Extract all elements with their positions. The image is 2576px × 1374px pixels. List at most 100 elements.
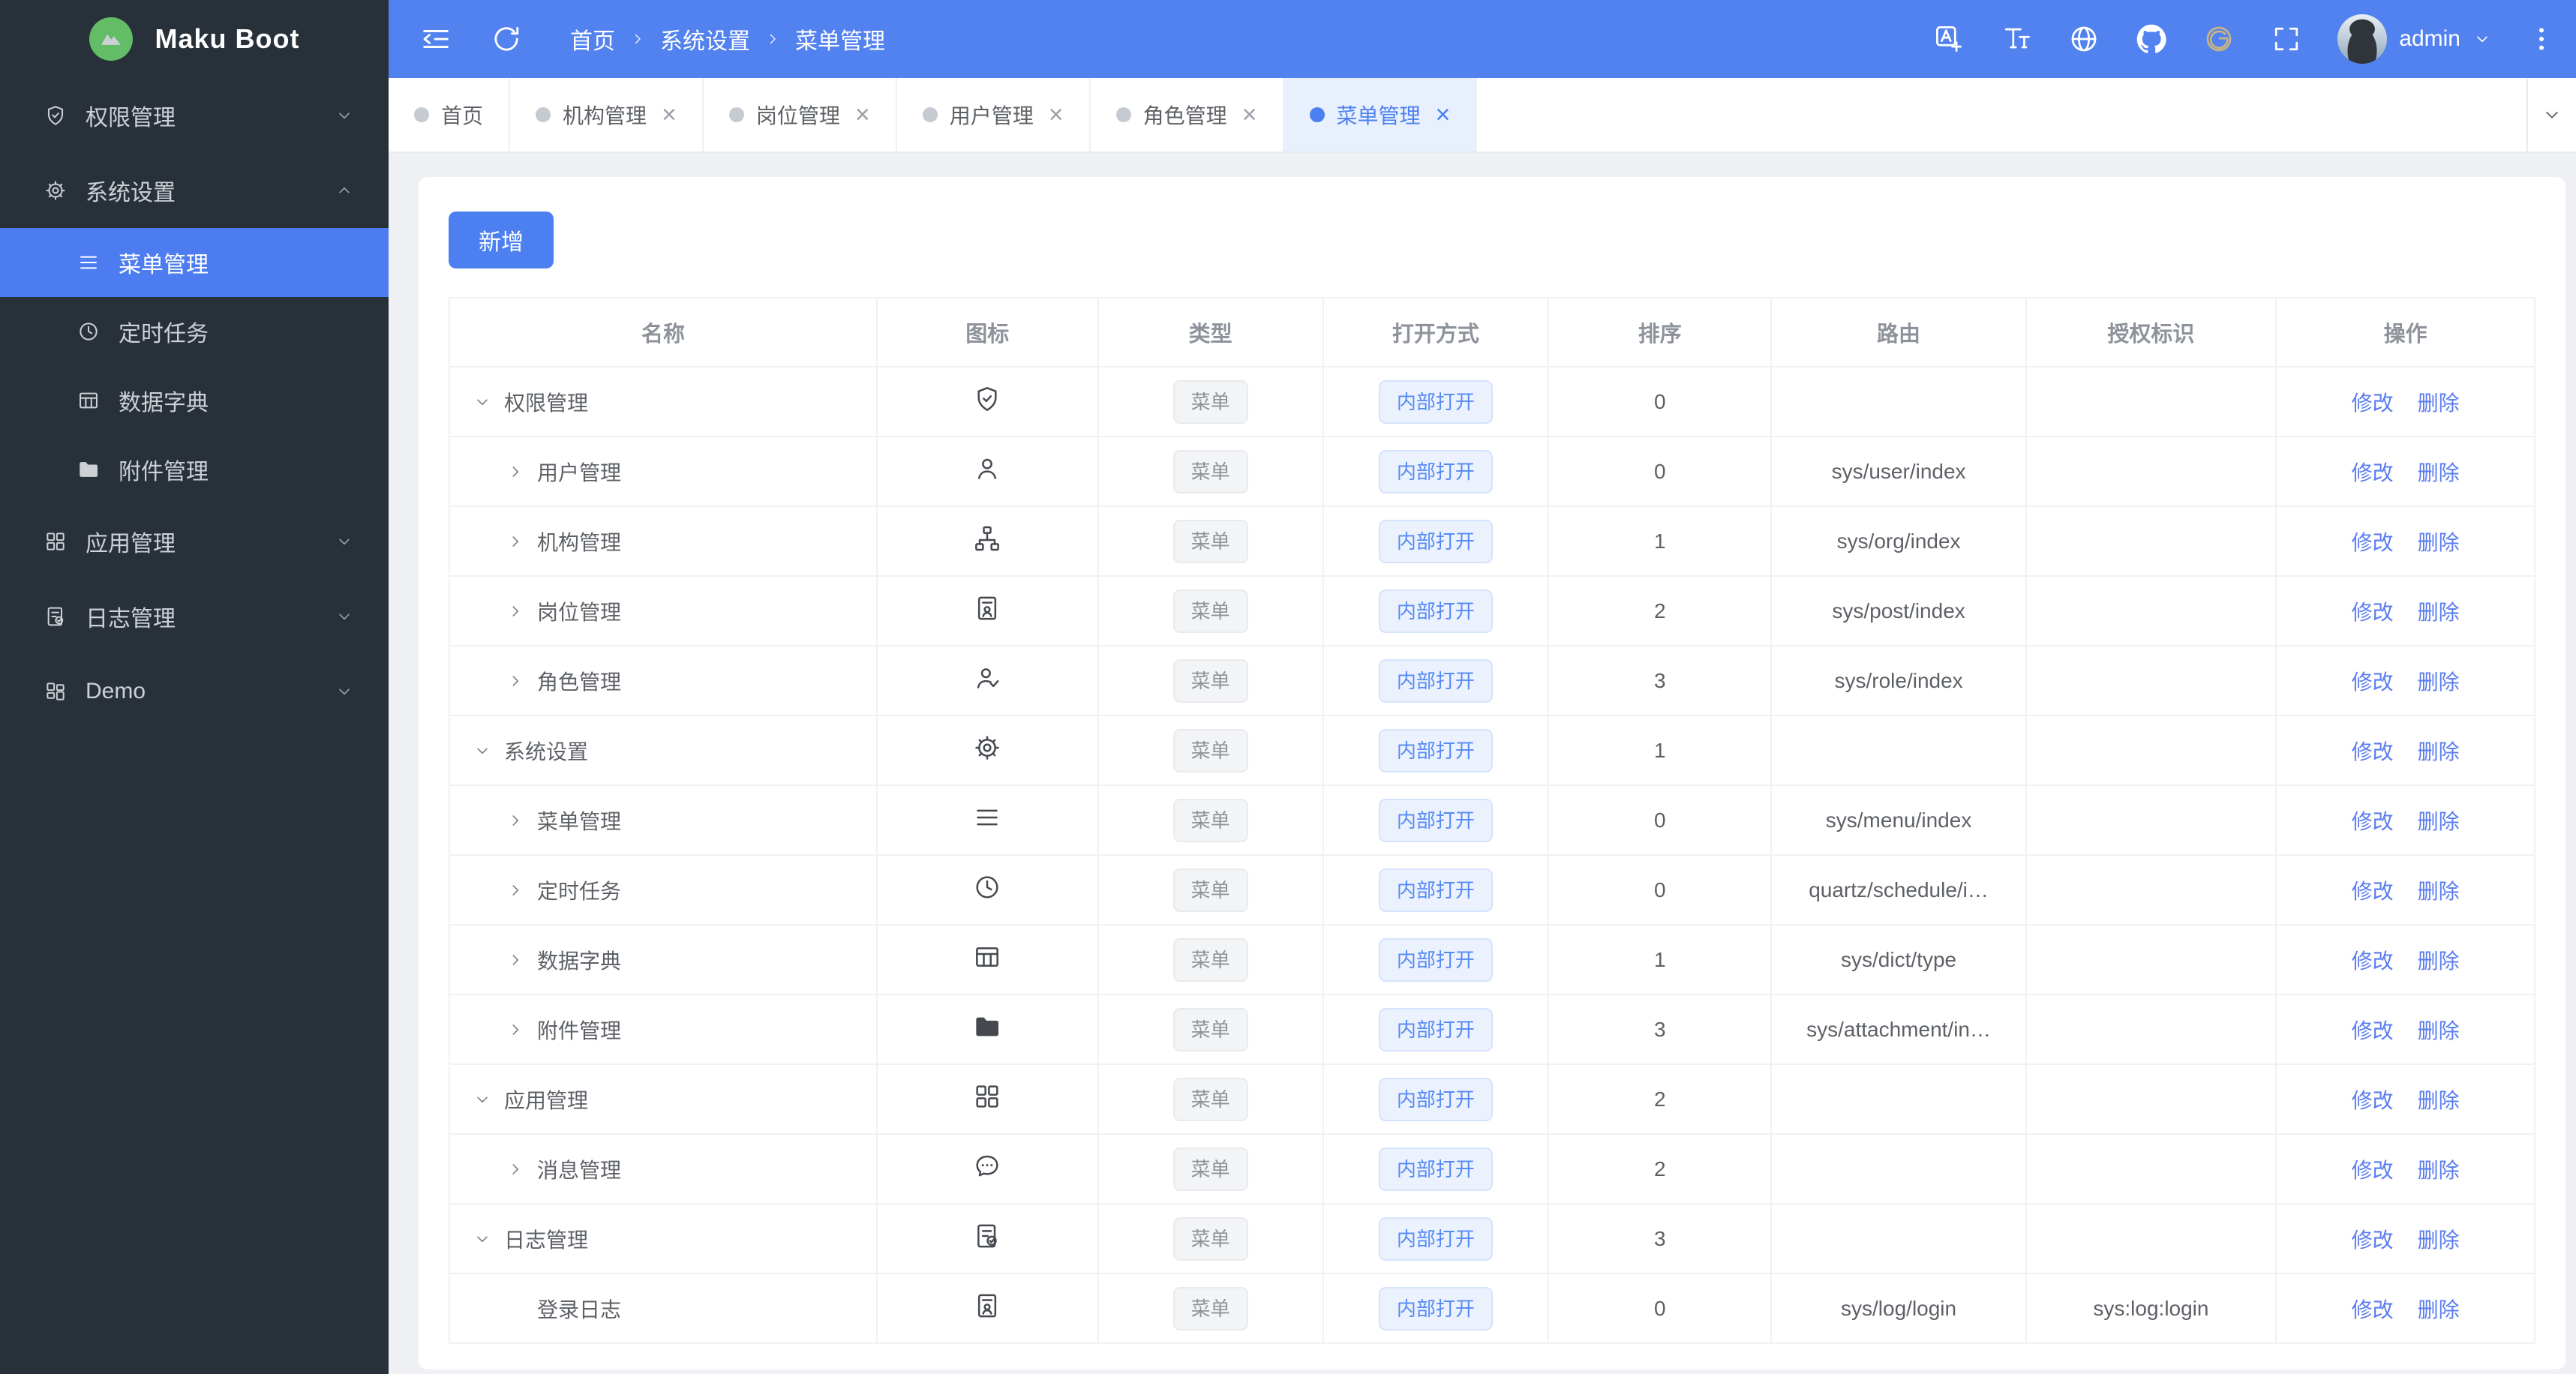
breadcrumb-item[interactable]: 系统设置 (660, 22, 750, 56)
tree-expand-icon[interactable] (506, 950, 525, 970)
sidebar-item-attachment[interactable]: 附件管理 (0, 435, 389, 504)
delete-link[interactable]: 删除 (2418, 740, 2460, 764)
breadcrumb-item[interactable]: 菜单管理 (795, 22, 885, 56)
breadcrumb-item[interactable]: 首页 (570, 22, 615, 56)
chevron-down-icon (335, 532, 354, 551)
tabbar-dropdown-button[interactable] (2526, 78, 2576, 152)
menu-lines-icon (77, 250, 101, 274)
edit-link[interactable]: 修改 (2352, 1228, 2394, 1252)
sidebar-item-app[interactable]: 应用管理 (0, 504, 389, 579)
delete-link[interactable]: 删除 (2418, 1298, 2460, 1322)
edit-link[interactable]: 修改 (2352, 670, 2394, 694)
tab-首页[interactable]: 首页 (389, 78, 511, 152)
tree-collapse-icon[interactable] (473, 392, 492, 412)
tab-label: 菜单管理 (1336, 104, 1421, 128)
edit-link[interactable]: 修改 (2352, 392, 2394, 415)
table-row: 日志管理 菜单 内部打开 3 修改 删除 (449, 1203, 2535, 1274)
delete-link[interactable]: 删除 (2418, 1159, 2460, 1182)
topbar-refresh-button[interactable] (489, 22, 524, 56)
font-size-icon (2000, 22, 2033, 56)
tree-expand-icon[interactable] (506, 811, 525, 830)
tab-用户管理[interactable]: 用户管理 × (896, 78, 1091, 152)
sidebar-item-log[interactable]: 日志管理 (0, 579, 389, 654)
user-menu[interactable]: admin (2337, 14, 2492, 64)
type-cell: 菜单 (1097, 784, 1324, 856)
topbar-collapse-menu-button[interactable] (419, 22, 453, 56)
topbar-fullscreen-button[interactable] (2270, 22, 2303, 56)
delete-link[interactable]: 删除 (2418, 1019, 2460, 1042)
gear-icon (44, 178, 68, 202)
edit-link[interactable]: 修改 (2352, 1089, 2394, 1112)
tab-岗位管理[interactable]: 岗位管理 × (703, 78, 897, 152)
sidebar-item-dict[interactable]: 数据字典 (0, 366, 389, 435)
open-mode-tag: 内部打开 (1378, 1077, 1493, 1121)
topbar-github-button[interactable] (2135, 22, 2168, 56)
tree-expand-icon[interactable] (506, 880, 525, 900)
close-tab-icon[interactable]: × (662, 102, 677, 128)
delete-link[interactable]: 删除 (2418, 1089, 2460, 1112)
logo-badge (89, 17, 133, 61)
tree-expand-icon[interactable] (506, 671, 525, 691)
sidebar-item-system[interactable]: 系统设置 (0, 153, 389, 228)
edit-link[interactable]: 修改 (2352, 601, 2394, 624)
tree-expand-icon[interactable] (506, 462, 525, 482)
edit-link[interactable]: 修改 (2352, 1019, 2394, 1042)
menu-table: 名称 图标 类型 打开方式 排序 路由 授权标识 操作 权限管理 菜单 内部打开 0 修改 删除 用户管理… (449, 297, 2535, 1344)
add-button[interactable]: 新增 (449, 212, 554, 268)
type-tag: 菜单 (1172, 938, 1248, 982)
type-cell: 菜单 (1097, 1064, 1324, 1135)
sidebar-item-permission[interactable]: 权限管理 (0, 78, 389, 153)
more-menu-button[interactable] (2526, 24, 2556, 54)
close-tab-icon[interactable]: × (1242, 102, 1257, 128)
delete-link[interactable]: 删除 (2418, 1228, 2460, 1252)
tree-expand-icon[interactable] (506, 532, 525, 551)
delete-link[interactable]: 删除 (2418, 880, 2460, 903)
tab-角色管理[interactable]: 角色管理 × (1090, 78, 1284, 152)
tab-机构管理[interactable]: 机构管理 × (510, 78, 704, 152)
avatar[interactable] (2337, 14, 2388, 64)
delete-link[interactable]: 删除 (2418, 601, 2460, 624)
content: 新增 名称 图标 类型 打开方式 排序 路由 授权标识 操作 权限管理 菜单 内部打开 0 修改 删除用… (389, 153, 2576, 1374)
edit-link[interactable]: 修改 (2352, 950, 2394, 973)
delete-link[interactable]: 删除 (2418, 810, 2460, 833)
tab-菜单管理[interactable]: 菜单管理 × (1283, 78, 1478, 152)
delete-link[interactable]: 删除 (2418, 531, 2460, 554)
topbar-font-size-button[interactable] (2000, 22, 2033, 56)
sidebar-item-demo[interactable]: Demo (0, 654, 389, 729)
open-mode-cell: 内部打开 (1322, 436, 1550, 507)
close-tab-icon[interactable]: × (1436, 102, 1451, 128)
name-cell-content: 菜单管理 (450, 806, 876, 836)
tree-expand-icon[interactable] (506, 602, 525, 621)
edit-link[interactable]: 修改 (2352, 1298, 2394, 1322)
edit-link[interactable]: 修改 (2352, 531, 2394, 554)
actions-cell: 修改 删除 (2275, 366, 2535, 437)
tree-collapse-icon[interactable] (473, 1229, 492, 1249)
close-tab-icon[interactable]: × (855, 102, 870, 128)
table-header-row: 名称 图标 类型 打开方式 排序 路由 授权标识 操作 (449, 297, 2535, 368)
tree-collapse-icon[interactable] (473, 741, 492, 760)
column-header: 操作 (2275, 297, 2535, 368)
delete-link[interactable]: 删除 (2418, 950, 2460, 973)
edit-link[interactable]: 修改 (2352, 740, 2394, 764)
delete-link[interactable]: 删除 (2418, 461, 2460, 484)
name-cell: 登录日志 (449, 1273, 878, 1344)
edit-link[interactable]: 修改 (2352, 880, 2394, 903)
topbar-gitee-button[interactable] (2202, 22, 2235, 56)
edit-link[interactable]: 修改 (2352, 810, 2394, 833)
delete-link[interactable]: 删除 (2418, 392, 2460, 415)
edit-link[interactable]: 修改 (2352, 1159, 2394, 1182)
name-cell-content: 权限管理 (450, 387, 876, 417)
sidebar-item-menu[interactable]: 菜单管理 (0, 228, 389, 297)
sidebar-item-schedule[interactable]: 定时任务 (0, 297, 389, 366)
tree-collapse-icon[interactable] (473, 1090, 492, 1109)
edit-link[interactable]: 修改 (2352, 461, 2394, 484)
topbar-language-globe-button[interactable] (2067, 22, 2100, 56)
actions-cell: 修改 删除 (2275, 784, 2535, 856)
tree-expand-icon[interactable] (506, 1160, 525, 1179)
delete-link[interactable]: 删除 (2418, 670, 2460, 694)
close-tab-icon[interactable]: × (1049, 102, 1064, 128)
icon-cell (875, 1203, 1099, 1274)
topbar-translate-button[interactable] (1932, 22, 1965, 56)
tree-expand-icon[interactable] (506, 1020, 525, 1040)
type-tag: 菜单 (1172, 1007, 1248, 1052)
